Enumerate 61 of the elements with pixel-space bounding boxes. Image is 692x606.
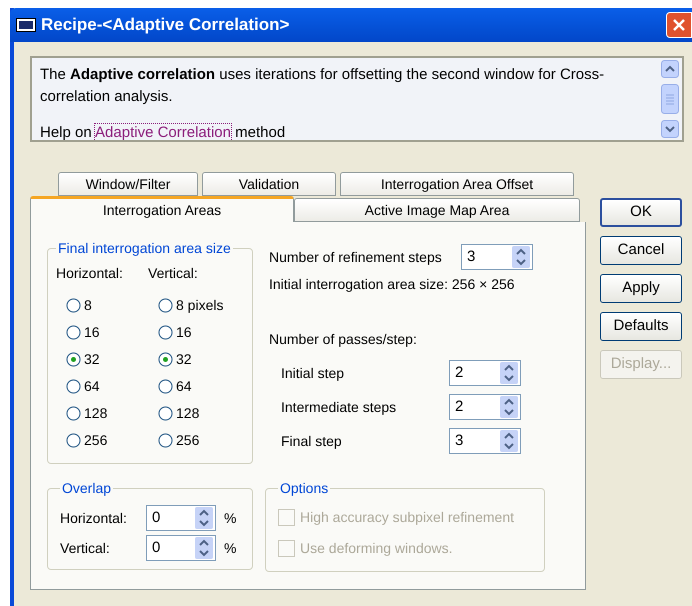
field-label: Horizontal: [60,508,128,528]
spin-field[interactable]: 2 [449,394,521,420]
radio-option[interactable]: 256 [148,427,240,454]
spin-arrows-icon[interactable] [500,430,518,452]
scroll-up-icon [661,60,679,78]
radio-option[interactable]: 128 [56,400,148,427]
initial-size-text: Initial interrogation area size: 256 × 256 [269,275,516,294]
spin-field[interactable]: 2 [449,360,521,386]
dialog-button[interactable]: Cancel [600,236,682,265]
column-heading: Horizontal: [56,264,124,283]
step-label: Intermediate steps [280,398,398,417]
help-line: Help on Adaptive Correlation method [40,123,286,140]
dialog-button: Display... [600,350,682,379]
spin-arrows-icon[interactable] [500,362,518,384]
refinement-label: Number of refinement steps [269,248,443,267]
radio-option[interactable]: 32 [56,346,148,373]
tab[interactable]: Interrogation Area Offset [340,172,574,196]
radio-option[interactable]: 256 [56,427,148,454]
radio-option[interactable]: 64 [56,373,148,400]
step-label: Final step [280,432,343,451]
passes-heading: Number of passes/step: [269,330,418,349]
tab[interactable]: Window/Filter [58,172,198,196]
radio-option[interactable]: 16 [56,319,148,346]
tab[interactable]: Active Image Map Area [294,198,580,222]
tab[interactable]: Interrogation Areas [30,196,294,222]
radio-option[interactable]: 8 [56,292,148,319]
dialog-button[interactable]: Defaults [600,312,682,341]
spin-arrows-icon[interactable] [195,507,213,529]
spin-field[interactable]: 3 [461,244,533,270]
spin-field[interactable]: 0 [146,505,216,531]
spin-arrows-icon[interactable] [195,537,213,559]
scroll-down-icon [661,120,679,138]
field-label: Vertical: [60,538,111,558]
spin-arrows-icon[interactable] [512,246,530,268]
unit-label: % [224,538,236,558]
spin-field[interactable]: 3 [449,428,521,454]
spin-field[interactable]: 0 [146,535,216,561]
checkbox-option: High accuracy subpixel refinement [278,507,532,528]
dialog-button[interactable]: OK [600,198,682,227]
checkbox-option: Use deforming windows. [278,538,532,559]
tab[interactable]: Validation [202,172,336,196]
group-title: Final interrogation area size [57,239,232,258]
step-label: Initial step [280,364,346,383]
scroll-thumb[interactable] [661,84,679,114]
radio-option[interactable]: 8 pixels [148,292,240,319]
description-text: The Adaptive correlation uses iterations for offsetting the second window for Cross-correlation analysis. [40,65,606,107]
radio-option[interactable]: 64 [148,373,240,400]
dialog-button[interactable]: Apply [600,274,682,303]
app-icon [16,18,36,32]
help-link[interactable]: Adaptive Correlation [95,124,231,140]
close-button[interactable] [666,12,692,38]
unit-label: % [224,508,236,528]
group-title: Options [279,479,330,498]
group-title: Overlap [61,479,112,498]
radio-option[interactable]: 128 [148,400,240,427]
close-icon [672,18,686,32]
spin-arrows-icon[interactable] [500,396,518,418]
column-heading: Vertical: [148,264,199,283]
window-title: Recipe-<Adaptive Correlation> [41,14,290,36]
radio-option[interactable]: 16 [148,319,240,346]
radio-option[interactable]: 32 [148,346,240,373]
